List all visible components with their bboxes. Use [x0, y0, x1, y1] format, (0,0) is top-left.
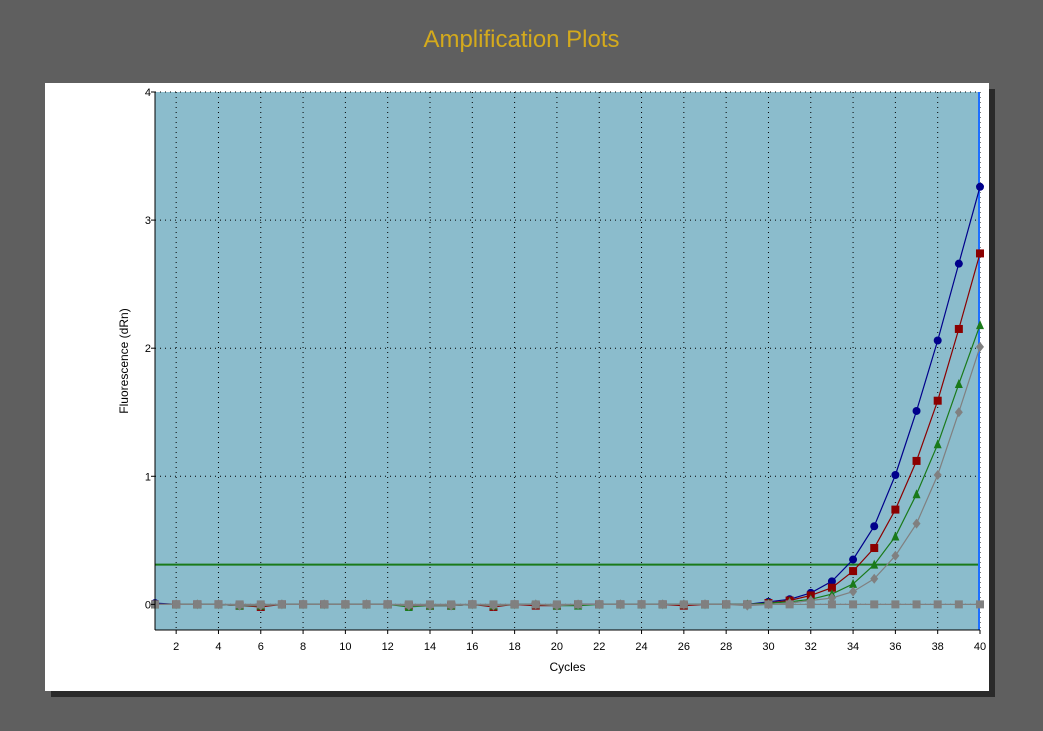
- data-point[interactable]: [764, 600, 773, 609]
- x-tick-label: 12: [382, 641, 394, 653]
- data-point[interactable]: [827, 600, 836, 609]
- x-tick-label: 30: [762, 641, 774, 653]
- data-point[interactable]: [976, 249, 984, 258]
- data-point[interactable]: [912, 600, 921, 609]
- data-point[interactable]: [933, 336, 942, 345]
- data-point[interactable]: [468, 600, 477, 609]
- data-point[interactable]: [362, 600, 371, 609]
- x-tick-label: 4: [215, 641, 221, 653]
- data-point[interactable]: [891, 471, 900, 480]
- data-point[interactable]: [299, 600, 308, 609]
- data-point[interactable]: [870, 522, 879, 531]
- data-point[interactable]: [976, 182, 984, 191]
- x-tick-label: 22: [593, 641, 605, 653]
- data-point[interactable]: [235, 600, 244, 609]
- data-point[interactable]: [912, 406, 921, 415]
- data-point[interactable]: [976, 600, 984, 609]
- x-tick-label: 28: [720, 641, 732, 653]
- data-point[interactable]: [722, 600, 731, 609]
- data-point[interactable]: [954, 259, 963, 268]
- x-tick-label: 20: [551, 641, 563, 653]
- data-point[interactable]: [849, 600, 858, 609]
- x-axis-label: Cycles: [549, 660, 585, 674]
- data-point[interactable]: [616, 600, 625, 609]
- data-point[interactable]: [193, 600, 202, 609]
- data-point[interactable]: [426, 600, 434, 609]
- x-tick-label: 8: [300, 641, 306, 653]
- data-point[interactable]: [383, 600, 392, 609]
- data-point[interactable]: [849, 555, 858, 564]
- data-point[interactable]: [277, 600, 286, 609]
- data-point[interactable]: [256, 600, 265, 609]
- x-tick-label: 36: [889, 641, 901, 653]
- data-point[interactable]: [574, 600, 583, 609]
- data-point[interactable]: [933, 600, 942, 609]
- data-point[interactable]: [912, 456, 921, 465]
- y-tick-label: 2: [145, 343, 151, 355]
- data-point[interactable]: [658, 600, 667, 609]
- x-tick-label: 32: [805, 641, 817, 653]
- data-point[interactable]: [891, 600, 900, 609]
- x-tick-label: 24: [635, 641, 647, 653]
- x-tick-label: 40: [974, 641, 986, 653]
- data-point[interactable]: [172, 600, 181, 609]
- plot-area[interactable]: [155, 92, 980, 630]
- data-point[interactable]: [404, 600, 413, 609]
- x-tick-label: 26: [678, 641, 690, 653]
- x-tick-label: 6: [258, 641, 264, 653]
- amplification-chart[interactable]: 2 4 6 8 10 12 14 16 18 20 22 24 26 28 30 32 34 36 38 400123…: [0, 0, 1043, 731]
- y-tick-label: 4: [145, 87, 151, 99]
- y-tick-label: 3: [145, 215, 151, 227]
- data-point[interactable]: [701, 600, 709, 609]
- y-axis-label: Fluorescence (dRn): [117, 308, 131, 413]
- data-point[interactable]: [806, 600, 815, 609]
- x-tick-label: 10: [339, 641, 351, 653]
- data-point[interactable]: [870, 544, 879, 553]
- x-tick-label: 16: [466, 641, 478, 653]
- data-point[interactable]: [341, 600, 350, 609]
- data-point[interactable]: [447, 600, 456, 609]
- y-tick-label: 0: [145, 599, 151, 611]
- data-point[interactable]: [954, 600, 963, 609]
- x-tick-label: 14: [424, 641, 436, 653]
- data-point[interactable]: [510, 600, 519, 609]
- data-point[interactable]: [489, 600, 498, 609]
- x-tick-label: 18: [508, 641, 520, 653]
- data-point[interactable]: [743, 600, 752, 609]
- x-tick-label: 2: [173, 641, 179, 653]
- data-point[interactable]: [320, 600, 329, 609]
- x-tick-label: 34: [847, 641, 859, 653]
- data-point[interactable]: [214, 600, 223, 609]
- x-tick-label: 38: [932, 641, 944, 653]
- data-point[interactable]: [679, 600, 688, 609]
- data-point[interactable]: [531, 600, 540, 609]
- data-point[interactable]: [552, 600, 561, 609]
- y-tick-label: 1: [145, 471, 151, 483]
- data-point[interactable]: [870, 600, 879, 609]
- data-point[interactable]: [595, 600, 604, 609]
- data-point[interactable]: [954, 324, 963, 333]
- data-point[interactable]: [933, 396, 942, 405]
- data-point[interactable]: [849, 567, 858, 576]
- data-point[interactable]: [637, 600, 646, 609]
- data-point[interactable]: [785, 600, 794, 609]
- data-point[interactable]: [891, 505, 900, 514]
